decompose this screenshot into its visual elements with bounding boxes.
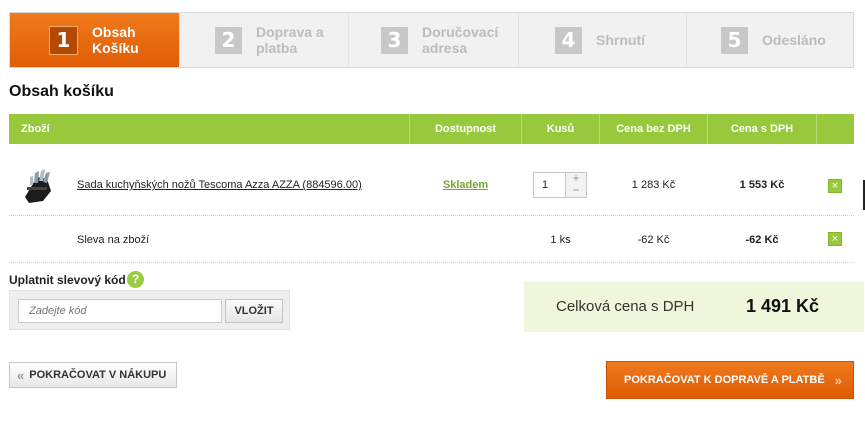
step-number: 4 <box>555 26 582 54</box>
step-sent[interactable]: 5 Odesláno <box>686 13 853 67</box>
header-price-vat: Cena s DPH <box>730 123 794 135</box>
step-label: Odesláno <box>762 32 826 48</box>
product-thumbnail[interactable] <box>21 167 55 208</box>
continue-to-shipping-label: POKRAČOVAT K DOPRAVĚ A PLATBĚ <box>624 374 825 386</box>
step-number: 3 <box>381 26 408 54</box>
discount-qty: 1 ks <box>550 234 571 246</box>
double-chevron-left-icon: « <box>17 367 25 383</box>
header-qty: Kusů <box>546 123 575 135</box>
knife-set-image <box>25 169 51 203</box>
checkout-steps: 1 Obsah Košíku 2 Doprava a platba 3 Doručo… <box>9 12 854 68</box>
total-amount: 1 491 Kč <box>746 296 820 316</box>
discount-price-vat: -62 Kč <box>745 234 779 246</box>
apply-coupon-button[interactable]: VLOŽIT <box>225 299 283 323</box>
remove-icon[interactable]: × <box>828 179 842 193</box>
header-price-no-vat: Cena bez DPH <box>616 123 691 135</box>
table-row: Sada kuchyňských nožů Tescoma Azza AZZA … <box>9 145 854 216</box>
remove-icon[interactable]: × <box>828 232 842 246</box>
discount-price-no-vat: -62 Kč <box>637 234 670 246</box>
help-icon[interactable]: ? <box>127 271 144 288</box>
step-cart: 1 Obsah Košíku <box>10 13 179 67</box>
step-number: 2 <box>215 26 242 54</box>
step-label: Obsah Košíku <box>92 24 139 56</box>
minus-icon[interactable]: − <box>565 184 586 197</box>
step-label: Doprava a platba <box>256 24 324 56</box>
price-no-vat: 1 283 Kč <box>631 179 676 191</box>
continue-shopping-label: POKRAČOVAT V NÁKUPU <box>29 369 167 381</box>
header-product: Zboží <box>21 123 50 135</box>
step-label: Doručovací adresa <box>422 24 499 56</box>
step-address[interactable]: 3 Doručovací adresa <box>348 13 518 67</box>
table-row-discount: Sleva na zboží 1 ks -62 Kč -62 Kč × <box>9 215 854 263</box>
quantity-stepper[interactable]: 1 + − <box>533 172 587 198</box>
coupon-input[interactable] <box>18 299 222 323</box>
quantity-value[interactable]: 1 <box>542 179 548 191</box>
cart-table-header: Zboží Dostupnost Kusů Cena bez DPH Cena … <box>9 114 854 144</box>
double-chevron-right-icon: » <box>834 372 842 388</box>
step-number: 5 <box>721 26 748 54</box>
header-availability: Dostupnost <box>434 123 497 135</box>
availability-link[interactable]: Skladem <box>410 179 521 191</box>
continue-shopping-button[interactable]: « POKRAČOVAT V NÁKUPU <box>9 362 177 388</box>
step-label: Shrnutí <box>596 32 645 48</box>
coupon-box: VLOŽIT <box>9 290 290 330</box>
step-summary[interactable]: 4 Shrnutí <box>518 13 686 67</box>
step-number: 1 <box>49 25 78 55</box>
coupon-title: Uplatnit slevový kód <box>9 273 126 287</box>
price-vat: 1 553 Kč <box>739 179 785 191</box>
page-title: Obsah košíku <box>9 83 114 100</box>
continue-to-shipping-button[interactable]: POKRAČOVAT K DOPRAVĚ A PLATBĚ » <box>606 361 854 399</box>
discount-name: Sleva na zboží <box>77 234 150 246</box>
step-shipping[interactable]: 2 Doprava a platba <box>179 13 348 67</box>
total-label: Celková cena s DPH <box>556 298 695 315</box>
product-name-link[interactable]: Sada kuchyňských nožů Tescoma Azza AZZA … <box>77 179 362 191</box>
total-box: Celková cena s DPH 1 491 Kč <box>524 282 864 332</box>
